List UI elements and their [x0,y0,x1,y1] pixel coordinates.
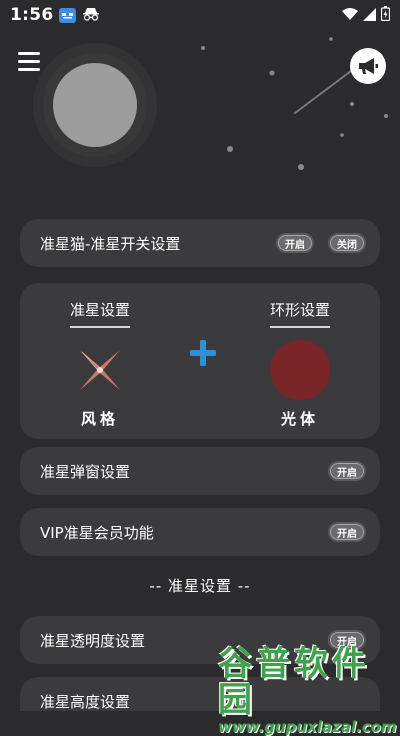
crosshair-setting-title: 准星设置 [69,299,130,328]
moon [53,63,137,147]
star [340,133,344,137]
star [350,102,354,106]
watermark-title: 谷普软件园 [218,644,370,720]
menu-button[interactable] [18,52,42,74]
status-bar: 1:56 [0,0,400,30]
enable-button[interactable]: 开启 [276,233,314,253]
popup-setting-label: 准星弹窗设置 [40,462,131,481]
popup-enable-button[interactable]: 开启 [328,461,366,481]
disable-button[interactable]: 关闭 [328,233,366,253]
vip-feature-row: VIP准星会员功能 开启 [20,508,380,556]
signal-icon [363,6,376,25]
wifi-icon [342,6,358,25]
style-caption: 风格 [80,410,119,428]
crosshair-toggle-row: 准星猫-准星开关设置 开启 关闭 [20,219,380,267]
star [298,164,304,170]
status-time: 1:56 [10,5,54,25]
ring-setting-column[interactable]: 环形设置 光体 [230,283,370,429]
star [201,46,205,50]
star [227,146,233,152]
toggle-button-group: 开启 关闭 [276,233,366,253]
ring-preview [270,340,330,400]
popup-setting-card: 准星弹窗设置 开启 [20,447,380,495]
ring-setting-title: 环形设置 [269,299,330,328]
night-sky-illustration [33,37,388,170]
status-right [342,5,391,25]
crosshair-toggle-card: 准星猫-准星开关设置 开启 关闭 [20,219,380,267]
crosshair-setting-panel: 准星设置 风格 环形设置 光体 [20,283,380,439]
shooting-star [294,67,356,114]
vip-feature-label: VIP准星会员功能 [40,523,154,542]
hamburger-icon [18,52,40,55]
star [269,70,275,76]
vip-enable-button[interactable]: 开启 [328,522,366,542]
light-body-icon [270,340,330,400]
plus-icon [190,340,216,366]
announcement-button[interactable] [350,48,386,84]
battery-icon [380,5,391,25]
watermark: 谷普软件园 www.gupuxlazal.com [218,646,397,736]
popup-setting-row: 准星弹窗设置 开启 [20,447,380,495]
megaphone-icon [359,58,378,74]
watermark-url: www.gupuxlazal.com [218,718,397,736]
section-title: -- 准星设置 -- [149,577,251,595]
crosshair-icon [80,350,120,390]
incognito-icon [82,6,100,25]
vip-feature-card: VIP准星会员功能 开启 [20,508,380,556]
star [384,114,388,118]
star [329,37,333,41]
light-body-caption: 光体 [280,410,319,428]
crosshair-toggle-label: 准星猫-准星开关设置 [40,234,181,253]
status-left: 1:56 [10,5,100,25]
crosshair-style-column[interactable]: 准星设置 风格 [30,283,170,429]
crosshair-preview [70,340,130,400]
app-notification-icon [59,7,77,23]
